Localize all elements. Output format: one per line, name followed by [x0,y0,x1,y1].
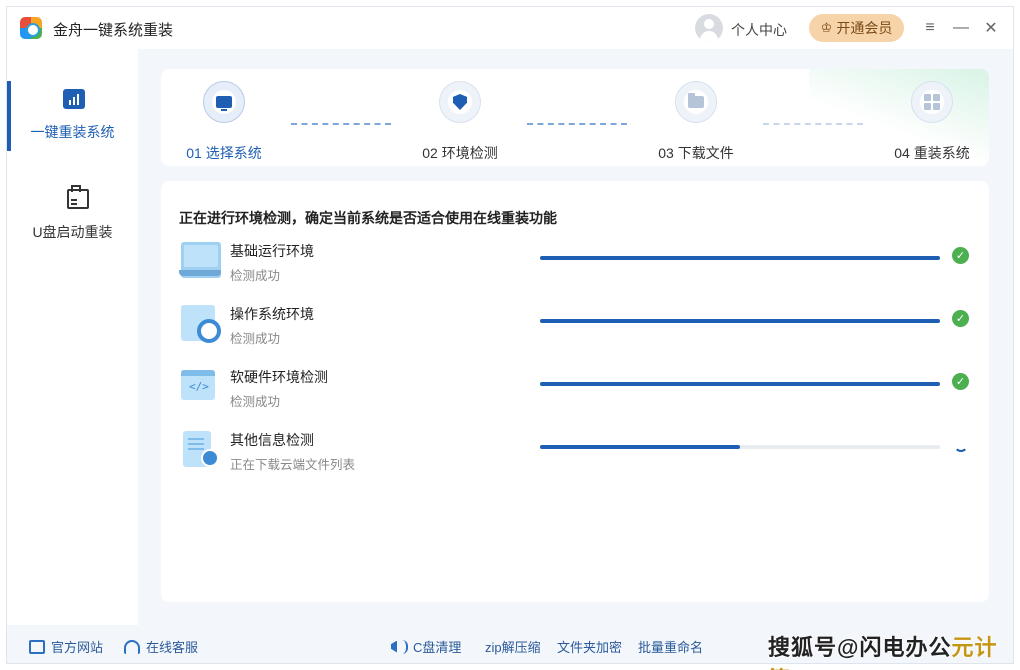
laptop-icon [179,242,221,278]
step-environment-check: 02 环境检测 [405,81,515,161]
menu-icon[interactable]: ≡ [919,17,941,39]
step-label: 03 下载文件 [658,145,734,161]
minimize-icon[interactable]: — [950,17,972,39]
monitor-icon [29,639,45,654]
sidebar: 一键重装系统 U盘启动重装 [7,49,138,625]
check-success-icon: ✓ [952,373,969,390]
check-progress-bar [540,382,940,386]
c-drive-clean-link[interactable]: C盘清理 [387,637,461,656]
title-bar: 金舟一键系统重装 个人中心 ♔ 开通会员 ≡ — ✕ [7,7,1013,49]
check-row-os-environment: 操作系统环境 检测成功 ✓ [181,302,981,352]
step-label: 01 选择系统 [186,145,262,161]
step-connector [291,123,391,125]
bar-chart-icon [63,89,85,109]
grid-icon [924,94,940,110]
batch-rename-label: 批量重命名 [638,640,704,655]
folder-encrypt-link[interactable]: 文件夹加密 [557,637,622,656]
step-select-system: 01 选择系统 [169,81,279,161]
sidebar-item-one-click-reinstall[interactable]: 一键重装系统 [7,81,138,153]
official-site-label: 官方网站 [51,640,104,655]
folder-encrypt-label: 文件夹加密 [557,640,623,655]
folder-icon [688,93,704,108]
check-row-hardware-software: 软硬件环境检测 检测成功 ✓ [181,365,981,415]
user-center-link[interactable]: 个人中心 [731,20,787,40]
headset-icon [124,639,140,654]
loading-spinner-icon [954,438,968,452]
step-connector [763,123,863,125]
online-service-link[interactable]: 在线客服 [124,637,198,656]
step-connector [527,123,627,125]
official-site-link[interactable]: 官方网站 [29,637,103,656]
sidebar-item-usb-reinstall[interactable]: U盘启动重装 [7,181,138,253]
watermark: 搜狐号@闪电办公元计算 [768,630,1020,670]
zip-extract-link[interactable]: zip解压缩 [485,637,541,656]
check-status: 检测成功 [230,269,281,283]
shield-icon [453,94,467,110]
close-icon[interactable]: ✕ [980,17,1002,39]
app-title: 金舟一键系统重装 [53,22,174,39]
app-logo-icon [20,17,42,39]
vip-button[interactable]: ♔ 开通会员 [809,14,904,42]
app-window: 金舟一键系统重装 个人中心 ♔ 开通会员 ≡ — ✕ 一键重装系统 U盘启动重装 [6,6,1014,664]
progress-stepper: 01 选择系统 02 环境检测 03 下载文件 04 重装系统 [161,69,989,166]
check-title: 其他信息检测 [230,432,314,448]
vip-button-label: 开通会员 [836,20,893,36]
sidebar-item-label: 一键重装系统 [30,124,115,140]
step-download-files: 03 下载文件 [641,81,751,161]
check-progress-bar [540,445,940,449]
usb-drive-icon [67,185,89,209]
check-title: 操作系统环境 [230,306,314,322]
sidebar-item-label: U盘启动重装 [32,224,113,240]
system-settings-icon [181,305,221,343]
check-status: 检测成功 [230,395,281,409]
environment-check-panel: 正在进行环境检测，确定当前系统是否适合使用在线重装功能 基础运行环境 检测成功 … [161,181,989,602]
check-success-icon: ✓ [952,247,969,264]
check-row-other-info: 其他信息检测 正在下载云端文件列表 [181,428,981,478]
document-clock-icon [183,431,219,467]
watermark-text: 搜狐号@闪电办公 [768,635,952,660]
step-reinstall-system: 04 重装系统 [877,81,987,161]
check-status: 检测成功 [230,332,281,346]
check-row-basic-environment: 基础运行环境 检测成功 ✓ [179,239,981,289]
check-status: 正在下载云端文件列表 [230,458,356,472]
crown-icon: ♔ [820,20,833,35]
check-progress-bar [540,256,940,260]
check-title: 软硬件环境检测 [230,369,328,385]
online-service-label: 在线客服 [146,640,199,655]
check-title: 基础运行环境 [230,243,314,259]
batch-rename-link[interactable]: 批量重命名 [638,637,703,656]
check-success-icon: ✓ [952,310,969,327]
check-progress-bar [540,319,940,323]
monitor-icon [216,96,232,111]
zip-extract-label: zip解压缩 [485,640,541,655]
step-label: 02 环境检测 [422,145,498,161]
code-window-icon [181,370,215,400]
megaphone-icon [387,639,408,655]
avatar[interactable] [695,14,723,42]
panel-heading: 正在进行环境检测，确定当前系统是否适合使用在线重装功能 [179,210,557,226]
step-label: 04 重装系统 [894,145,970,161]
c-drive-clean-label: C盘清理 [413,640,462,655]
